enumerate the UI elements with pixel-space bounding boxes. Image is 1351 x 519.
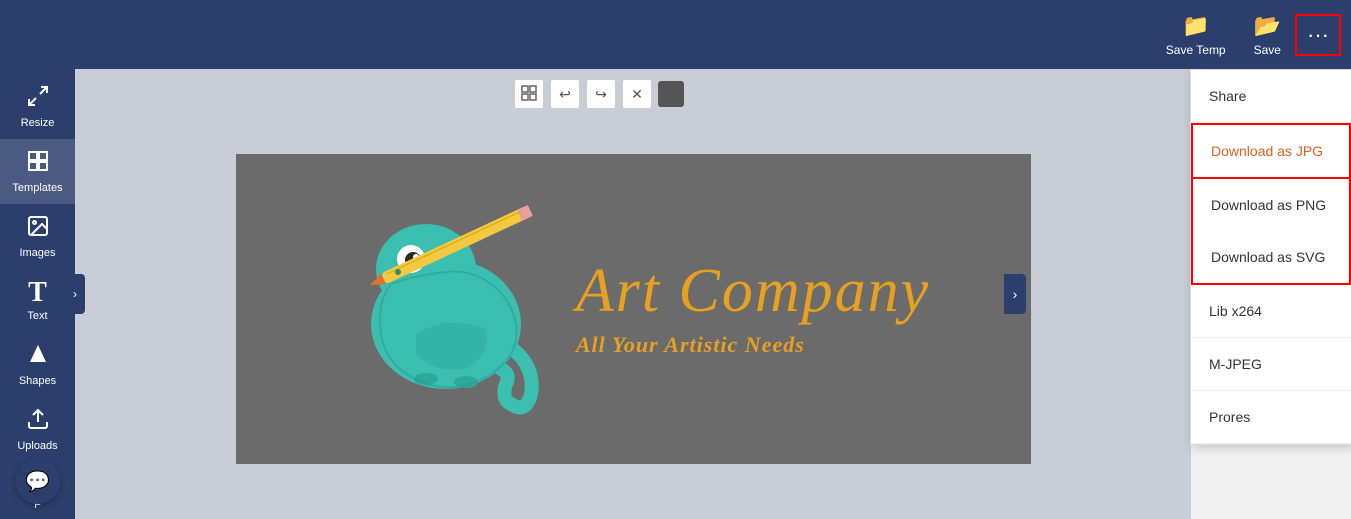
dropdown-item-download-png[interactable]: Download as PNG bbox=[1191, 179, 1351, 231]
sidebar-label-uploads: Uploads bbox=[17, 440, 57, 452]
sidebar-label-resize: Resize bbox=[21, 117, 55, 129]
sidebar-label-shapes: Shapes bbox=[19, 375, 56, 387]
save-button[interactable]: 📂 Save bbox=[1240, 5, 1295, 65]
chameleon-logo bbox=[336, 184, 556, 434]
more-icon: ··· bbox=[1307, 22, 1329, 48]
download-svg-label: Download as SVG bbox=[1211, 249, 1325, 265]
design-canvas[interactable]: Art Company All Your Artistic Needs bbox=[236, 154, 1031, 464]
canvas-area: ↩ ↪ ✕ bbox=[75, 69, 1191, 519]
right-panel-expand[interactable]: › bbox=[1004, 274, 1026, 314]
more-options-button[interactable]: ··· bbox=[1295, 14, 1341, 56]
shapes-icon bbox=[26, 342, 50, 372]
close-canvas-button[interactable]: ✕ bbox=[622, 79, 652, 109]
chat-bubble-button[interactable]: 💬 bbox=[15, 459, 60, 504]
redo-icon: ↪ bbox=[595, 86, 607, 103]
lib-x264-label: Lib x264 bbox=[1209, 303, 1262, 319]
dropdown-item-m-jpeg[interactable]: M-JPEG bbox=[1191, 338, 1351, 391]
sidebar-item-images[interactable]: Images bbox=[0, 204, 75, 269]
toolbar: 📁 Save Temp 📂 Save ··· bbox=[0, 0, 1351, 69]
dropdown-item-download-jpg[interactable]: Download as JPG bbox=[1191, 123, 1351, 179]
dropdown-item-share[interactable]: Share bbox=[1191, 70, 1351, 123]
sidebar-item-resize[interactable]: Resize bbox=[0, 74, 75, 139]
download-jpg-label: Download as JPG bbox=[1211, 143, 1323, 159]
save-temp-button[interactable]: 📁 Save Temp bbox=[1152, 5, 1240, 65]
download-png-label: Download as PNG bbox=[1211, 197, 1326, 213]
color-swatch[interactable] bbox=[658, 81, 684, 107]
save-temp-icon: 📁 bbox=[1182, 13, 1209, 39]
sidebar-label-templates: Templates bbox=[12, 182, 62, 194]
sidebar-item-text[interactable]: T Text bbox=[0, 269, 75, 332]
templates-icon bbox=[26, 149, 50, 179]
undo-button[interactable]: ↩ bbox=[550, 79, 580, 109]
redo-button[interactable]: ↪ bbox=[586, 79, 616, 109]
grid-icon bbox=[521, 85, 537, 104]
sidebar-arrow-icon: › bbox=[73, 287, 77, 301]
chat-icon: 💬 bbox=[25, 469, 50, 494]
images-icon bbox=[26, 214, 50, 244]
grid-toggle-button[interactable] bbox=[514, 79, 544, 109]
art-subtitle: All Your Artistic Needs bbox=[576, 332, 805, 358]
right-panel: ers ▲ ▼ Share Download as JPG Download a… bbox=[1191, 69, 1351, 519]
canvas-toolbar: ↩ ↪ ✕ bbox=[514, 79, 752, 109]
art-title: Art Company bbox=[576, 260, 930, 322]
sidebar-collapse-arrow[interactable]: › bbox=[65, 274, 85, 314]
dropdown-item-prores[interactable]: Prores bbox=[1191, 391, 1351, 444]
prores-label: Prores bbox=[1209, 409, 1250, 425]
save-icon: 📂 bbox=[1254, 13, 1281, 39]
sidebar-label-images: Images bbox=[19, 247, 55, 259]
resize-icon bbox=[26, 84, 50, 114]
dropdown-item-lib-x264[interactable]: Lib x264 bbox=[1191, 285, 1351, 338]
sidebar-item-shapes[interactable]: Shapes bbox=[0, 332, 75, 397]
art-content: Art Company All Your Artistic Needs bbox=[236, 154, 1031, 464]
text-icon: T bbox=[28, 279, 47, 307]
share-label: Share bbox=[1209, 88, 1246, 104]
uploads-icon bbox=[26, 407, 50, 437]
undo-icon: ↩ bbox=[559, 86, 571, 103]
save-label: Save bbox=[1254, 43, 1281, 57]
sidebar-item-uploads[interactable]: Uploads bbox=[0, 397, 75, 462]
m-jpeg-label: M-JPEG bbox=[1209, 356, 1262, 372]
save-temp-label: Save Temp bbox=[1166, 43, 1226, 57]
sidebar-item-templates[interactable]: Templates bbox=[0, 139, 75, 204]
sidebar: Resize Templates Images bbox=[0, 69, 75, 519]
main-area: Resize Templates Images bbox=[0, 69, 1351, 519]
sidebar-label-text: Text bbox=[27, 310, 47, 322]
art-text-block: Art Company All Your Artistic Needs bbox=[576, 260, 930, 358]
dropdown-item-download-svg[interactable]: Download as SVG bbox=[1191, 231, 1351, 285]
close-icon: ✕ bbox=[631, 86, 643, 103]
dropdown-menu: Share Download as JPG Download as PNG Do… bbox=[1190, 69, 1351, 445]
